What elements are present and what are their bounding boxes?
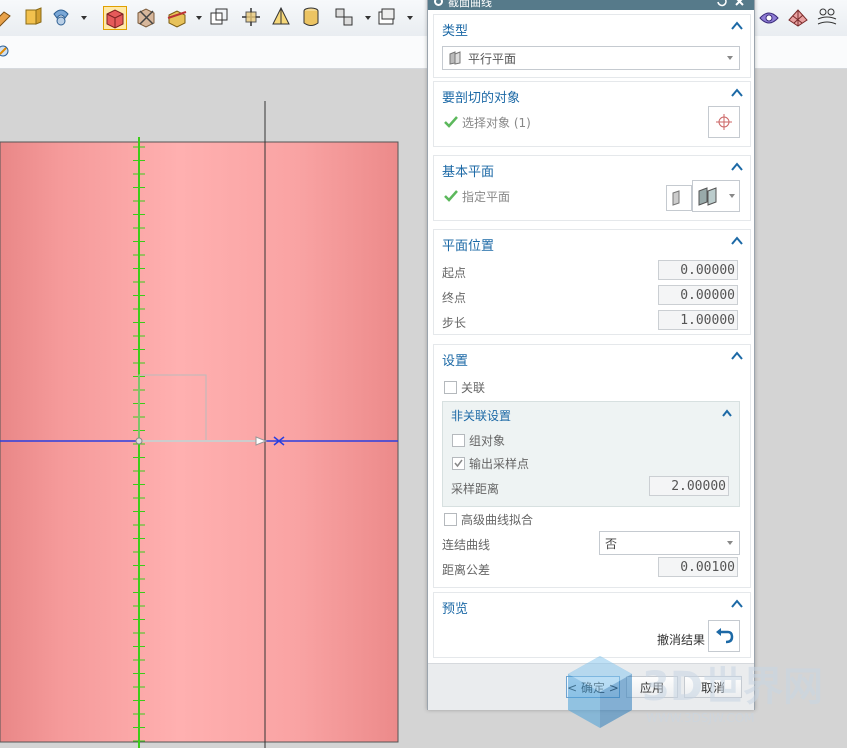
select-objects-label: 选择对象 (1) — [462, 116, 531, 130]
inferred-plane-icon — [698, 187, 717, 206]
type-section: 类型 平行平面 — [433, 14, 751, 78]
chevron-up-icon[interactable] — [730, 160, 744, 174]
snap-icon[interactable] — [0, 44, 10, 58]
specify-plane-label: 指定平面 — [462, 190, 511, 204]
move-face-icon[interactable] — [240, 6, 262, 28]
step-field[interactable]: 1.00000 — [658, 310, 738, 330]
chevron-down-icon — [727, 541, 733, 545]
output-samples-label: 输出采样点 — [469, 457, 530, 471]
plane-dialog-button[interactable] — [666, 185, 692, 211]
distance-tol-field[interactable]: 0.00100 — [658, 557, 738, 577]
extrude-icon[interactable] — [22, 6, 44, 28]
dialog-button-bar: < 确定 > 应用 取消 — [428, 663, 754, 710]
chevron-up-icon[interactable] — [730, 597, 744, 611]
chevron-down-icon — [727, 56, 733, 60]
chevron-up-icon[interactable] — [730, 349, 744, 363]
non-assoc-subsection: 非关联设置 组对象 输出采样点 采样距离 2.00000 — [442, 401, 740, 507]
non-assoc-title: 非关联设置 — [451, 409, 512, 423]
dialog-titlebar[interactable]: 截面曲线 — [428, 0, 754, 10]
offset-face-icon[interactable] — [208, 6, 230, 28]
sample-distance-label: 采样距离 — [451, 482, 500, 496]
output-samples-checkbox[interactable] — [452, 457, 465, 470]
base-plane-section-title: 基本平面 — [442, 165, 495, 180]
origin-point[interactable] — [135, 437, 143, 445]
crosshair-icon — [716, 114, 732, 130]
join-curves-label: 连结曲线 — [442, 538, 491, 552]
plane-type-dropdown[interactable] — [692, 180, 740, 212]
delete-body-icon[interactable] — [135, 6, 157, 28]
type-select[interactable]: 平行平面 — [442, 46, 740, 70]
dropdown-arrow-icon[interactable] — [196, 16, 202, 20]
join-curves-select[interactable]: 否 — [599, 531, 740, 555]
apply-button[interactable]: 应用 — [626, 676, 678, 698]
section-curve-icon[interactable] — [103, 6, 127, 30]
plane-position-section: 平面位置 起点 0.00000 终点 0.00000 步长 1.00000 — [433, 229, 751, 335]
distance-tol-label: 距离公差 — [442, 563, 491, 577]
undo-result-button[interactable] — [708, 620, 740, 652]
dropdown-arrow-icon[interactable] — [81, 16, 87, 20]
advanced-fit-checkbox[interactable] — [444, 513, 457, 526]
objects-section-title: 要剖切的对象 — [442, 91, 521, 106]
gear-icon — [434, 0, 443, 6]
section-curve-dialog: 截面曲线 类型 平行平面 要剖切的对象 选择对象 (1) 基本平面 指定平面 平… — [427, 0, 755, 710]
pattern-icon[interactable] — [333, 6, 355, 28]
step-label: 步长 — [442, 316, 467, 330]
plane-icon — [672, 190, 680, 206]
chevron-up-icon[interactable] — [730, 234, 744, 248]
preview-section: 预览 撤消结果 — [433, 592, 751, 658]
parallel-planes-icon — [449, 51, 461, 65]
checkmark-icon — [444, 190, 458, 202]
undo-icon — [716, 628, 734, 644]
dropdown-arrow-icon[interactable] — [365, 16, 371, 20]
objects-section: 要剖切的对象 选择对象 (1) — [433, 81, 751, 147]
trim-body-icon[interactable] — [166, 6, 188, 28]
end-label: 终点 — [442, 291, 467, 305]
reset-icon[interactable] — [716, 0, 727, 7]
check-mark-icon — [454, 459, 463, 468]
ok-button[interactable]: < 确定 > — [566, 676, 620, 698]
checkmark-icon — [444, 116, 458, 128]
chevron-up-icon[interactable] — [730, 86, 744, 100]
shell-icon[interactable] — [376, 6, 398, 28]
mesh-surface-icon[interactable] — [787, 6, 809, 28]
join-curves-value: 否 — [605, 537, 618, 551]
settings-section-title: 设置 — [442, 354, 469, 369]
preview-section-title: 预览 — [442, 602, 469, 617]
type-select-value: 平行平面 — [468, 52, 517, 66]
cylinder-icon[interactable] — [300, 6, 322, 28]
revolve-icon[interactable] — [50, 6, 72, 28]
start-field[interactable]: 0.00000 — [658, 260, 738, 280]
type-section-title: 类型 — [442, 24, 469, 39]
undo-result-label: 撤消结果 — [657, 633, 706, 647]
select-objects-button[interactable] — [708, 106, 740, 138]
chevron-up-icon[interactable] — [721, 407, 733, 419]
group-objects-label: 组对象 — [469, 434, 506, 448]
associative-checkbox[interactable] — [444, 381, 457, 394]
close-icon[interactable] — [734, 0, 745, 7]
studio-surface-icon[interactable] — [816, 6, 838, 28]
start-label: 起点 — [442, 266, 467, 280]
draft-icon[interactable] — [270, 6, 292, 28]
advanced-fit-label: 高级曲线拟合 — [461, 513, 534, 527]
associative-label: 关联 — [461, 381, 486, 395]
plane-position-section-title: 平面位置 — [442, 239, 495, 254]
sample-distance-field[interactable]: 2.00000 — [649, 476, 729, 496]
group-objects-checkbox[interactable] — [452, 434, 465, 447]
end-field[interactable]: 0.00000 — [658, 285, 738, 305]
surface-icon[interactable] — [758, 6, 780, 28]
dialog-title: 截面曲线 — [448, 0, 492, 9]
chevron-down-icon — [729, 194, 735, 198]
settings-section: 设置 关联 非关联设置 组对象 输出采样点 采样距离 2.00000 高级曲线拟… — [433, 344, 751, 588]
feature-icon[interactable] — [0, 6, 14, 28]
dropdown-arrow-icon[interactable] — [407, 16, 413, 20]
base-plane-section: 基本平面 指定平面 — [433, 155, 751, 221]
chevron-up-icon[interactable] — [730, 19, 744, 33]
cancel-button[interactable]: 取消 — [684, 676, 742, 698]
